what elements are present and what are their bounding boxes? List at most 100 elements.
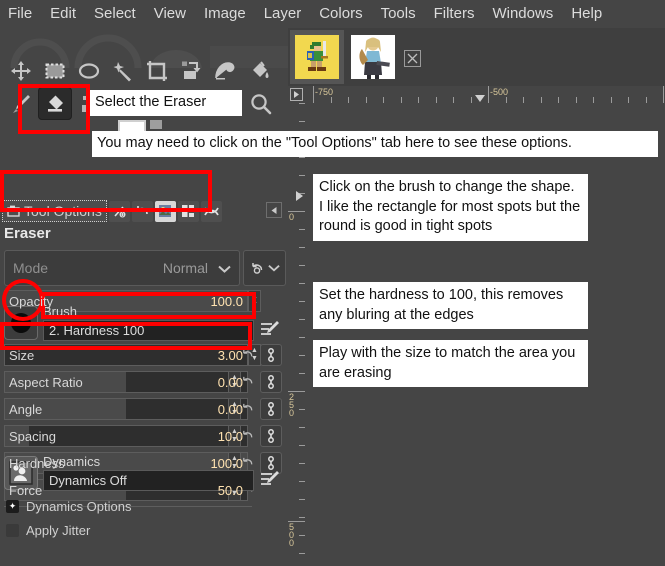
image-tab-1[interactable] [290,30,344,84]
zelda-character-thumbnail [351,35,395,79]
bucket-fill-tool[interactable] [242,54,276,87]
menu-windows[interactable]: Windows [492,0,553,28]
eraser-icon [48,95,63,112]
ellipse-select-tool[interactable] [72,54,106,87]
menu-colors[interactable]: Colors [319,0,362,28]
edit-dynamics-icon [261,471,279,485]
force-value: 50.0 [217,482,243,498]
angle-slider[interactable]: Angle 0.00 [4,398,248,420]
vertical-ruler[interactable]: 0 250 500 [288,103,305,566]
collapse-dock-button[interactable] [266,202,282,218]
pointer-icon[interactable] [200,200,222,222]
dock-tab-row: Tool Options 0 [0,198,288,224]
layers-icon[interactable] [177,200,199,222]
aspect-ratio-value: 0.00 [217,374,243,390]
menu-image[interactable]: Image [204,0,246,28]
transform-icon [182,61,201,79]
menu-layer[interactable]: Layer [264,0,302,28]
paintbrush-tool[interactable] [4,87,38,120]
hardness-label: Hardness [9,455,65,471]
menu-select[interactable]: Select [94,0,136,28]
size-slider[interactable]: Size 3.00 [4,344,248,366]
menu-edit[interactable]: Edit [50,0,76,28]
angle-link-button[interactable] [260,398,282,420]
warp-icon [215,61,235,79]
device-status-icon[interactable]: 0 [108,200,130,222]
svg-text:0: 0 [121,212,124,218]
menu-help[interactable]: Help [571,0,602,28]
brush-preview[interactable] [4,306,38,340]
collapse-left-icon [271,206,276,214]
tool-options-body: Mode Normal Opacity 100.0 ▲ ▼ Brush 2. H… [0,250,288,566]
zoom-tool[interactable] [244,87,278,120]
spacing-slider[interactable]: Spacing 10.0 [4,425,248,447]
brush-name-field[interactable]: 2. Hardness 100 [43,320,254,341]
callout-select-eraser: Select the Eraser [90,90,242,116]
tool-title: Eraser [4,225,51,242]
ruler-major-tick [488,86,489,103]
chevron-down-icon [267,265,280,272]
mode-value: Normal [162,260,208,276]
menu-view[interactable]: View [154,0,186,28]
warp-transform-tool[interactable] [208,54,242,87]
crop-tool[interactable] [140,54,174,87]
ruler-major-tick [313,86,314,103]
menu-tools[interactable]: Tools [381,0,416,28]
edit-brush-icon [261,321,279,335]
close-image-icon [407,53,418,64]
mode-reset-dropdown[interactable] [243,250,286,286]
swap-colors-icon[interactable] [150,120,162,129]
link-pixel-art-thumbnail [295,35,339,79]
tool-options-icon [7,205,20,217]
ruler-label: -500 [490,87,509,97]
edit-dynamics-button[interactable] [258,468,282,492]
size-link-button[interactable] [260,344,282,366]
force-label: Force [9,482,43,498]
ruler-label: 0 [289,212,295,222]
chain-link-icon [268,429,274,443]
horizontal-ruler[interactable]: -750-500-250 [305,86,665,103]
vertical-position-marker [296,191,303,201]
fuzzy-select-tool[interactable] [106,54,140,87]
rectangle-select-icon [45,63,65,78]
expander-collapsed-icon [6,524,19,537]
opacity-spinner[interactable]: ▲ ▼ [248,290,261,312]
brush-circle-icon [11,313,31,333]
ruler-menu-button[interactable] [288,86,305,103]
opacity-value: 100.0 [210,293,243,309]
hardness-value: 100.0 [210,455,243,471]
image-tab-2[interactable] [346,30,400,84]
size-label: Size [9,347,35,363]
close-image-button[interactable] [404,50,421,67]
apply-jitter-expander[interactable]: Apply Jitter [6,523,90,538]
menu-bar: File Edit Select View Image Layer Colors… [0,0,665,28]
menu-filters[interactable]: Filters [434,0,475,28]
gimp-window: File Edit Select View Image Layer Colors… [0,0,665,566]
unified-transform-tool[interactable] [174,54,208,87]
aspect-ratio-label: Aspect Ratio [9,374,83,390]
tab-tool-options[interactable]: Tool Options [2,200,107,222]
paintbrush-icon [13,94,30,113]
mode-dropdown[interactable]: Mode Normal [4,250,240,286]
rectangle-select-tool[interactable] [38,54,72,87]
crop-icon [147,60,167,81]
spacing-link-button[interactable] [260,425,282,447]
ruler-label: -750 [315,87,334,97]
undo-history-icon[interactable] [131,200,153,222]
angle-label: Angle [9,401,43,417]
magic-wand-icon [113,61,131,81]
edit-brush-button[interactable] [258,318,282,342]
eraser-tool[interactable] [38,87,72,120]
images-icon[interactable] [154,200,176,222]
aspect-ratio-slider[interactable]: Aspect Ratio 0.00 [4,371,248,393]
aspect-ratio-link-button[interactable] [260,371,282,393]
mode-label: Mode [13,260,49,276]
opacity-label: Opacity [9,293,54,309]
dynamics-options-expander[interactable]: ✦ Dynamics Options [6,499,131,514]
opacity-slider[interactable]: Opacity 100.0 [4,290,248,312]
canvas-viewport[interactable] [305,103,665,566]
move-tool[interactable] [4,54,38,87]
spacing-value: 10.0 [217,428,243,444]
menu-file[interactable]: File [8,0,32,28]
ruler-menu-icon [290,88,303,101]
